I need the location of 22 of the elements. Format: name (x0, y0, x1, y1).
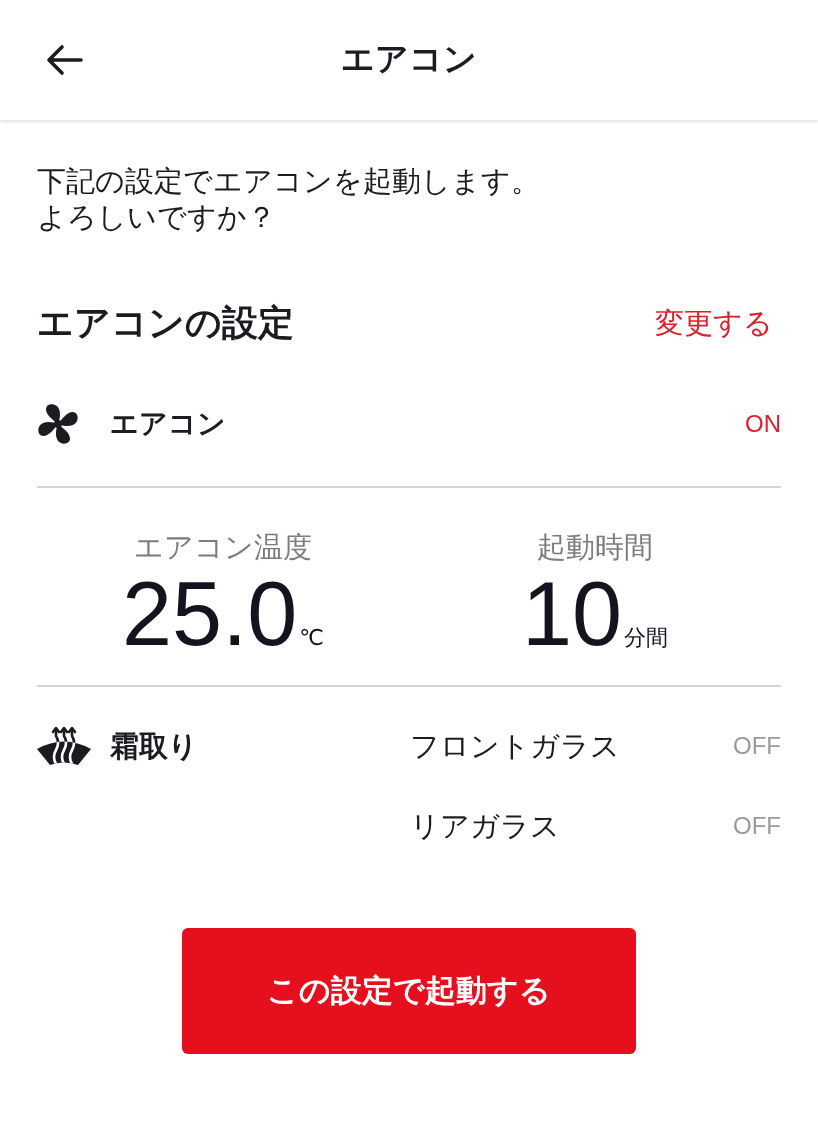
setting-label: 霜取り (110, 728, 198, 764)
glass-label: フロントガラス (410, 728, 620, 764)
page-title: エアコン (341, 39, 477, 80)
stat-label: 起動時間 (537, 529, 653, 565)
setting-label: エアコン (110, 406, 226, 442)
intro-text: よろしいですか？ (37, 199, 276, 235)
stat-value: 25.0 (122, 569, 298, 659)
defroster-icon (37, 726, 91, 766)
status-text: ON (745, 409, 781, 439)
section-title: エアコンの設定 (37, 303, 294, 343)
start-button[interactable]: この設定で起動する (182, 928, 636, 1054)
stat-unit: ℃ (299, 625, 324, 651)
change-link[interactable]: 変更する (655, 305, 773, 341)
intro-text: 下記の設定でエアコンを起動します。 (37, 163, 540, 199)
status-text: OFF (733, 731, 781, 761)
fan-icon (37, 403, 79, 445)
status-text: OFF (733, 811, 781, 841)
stat-label: エアコン温度 (134, 529, 312, 565)
stat-value: 10 (521, 569, 623, 659)
glass-label: リアガラス (410, 808, 560, 844)
back-arrow-icon (45, 44, 83, 76)
stat-unit: 分間 (624, 625, 669, 651)
